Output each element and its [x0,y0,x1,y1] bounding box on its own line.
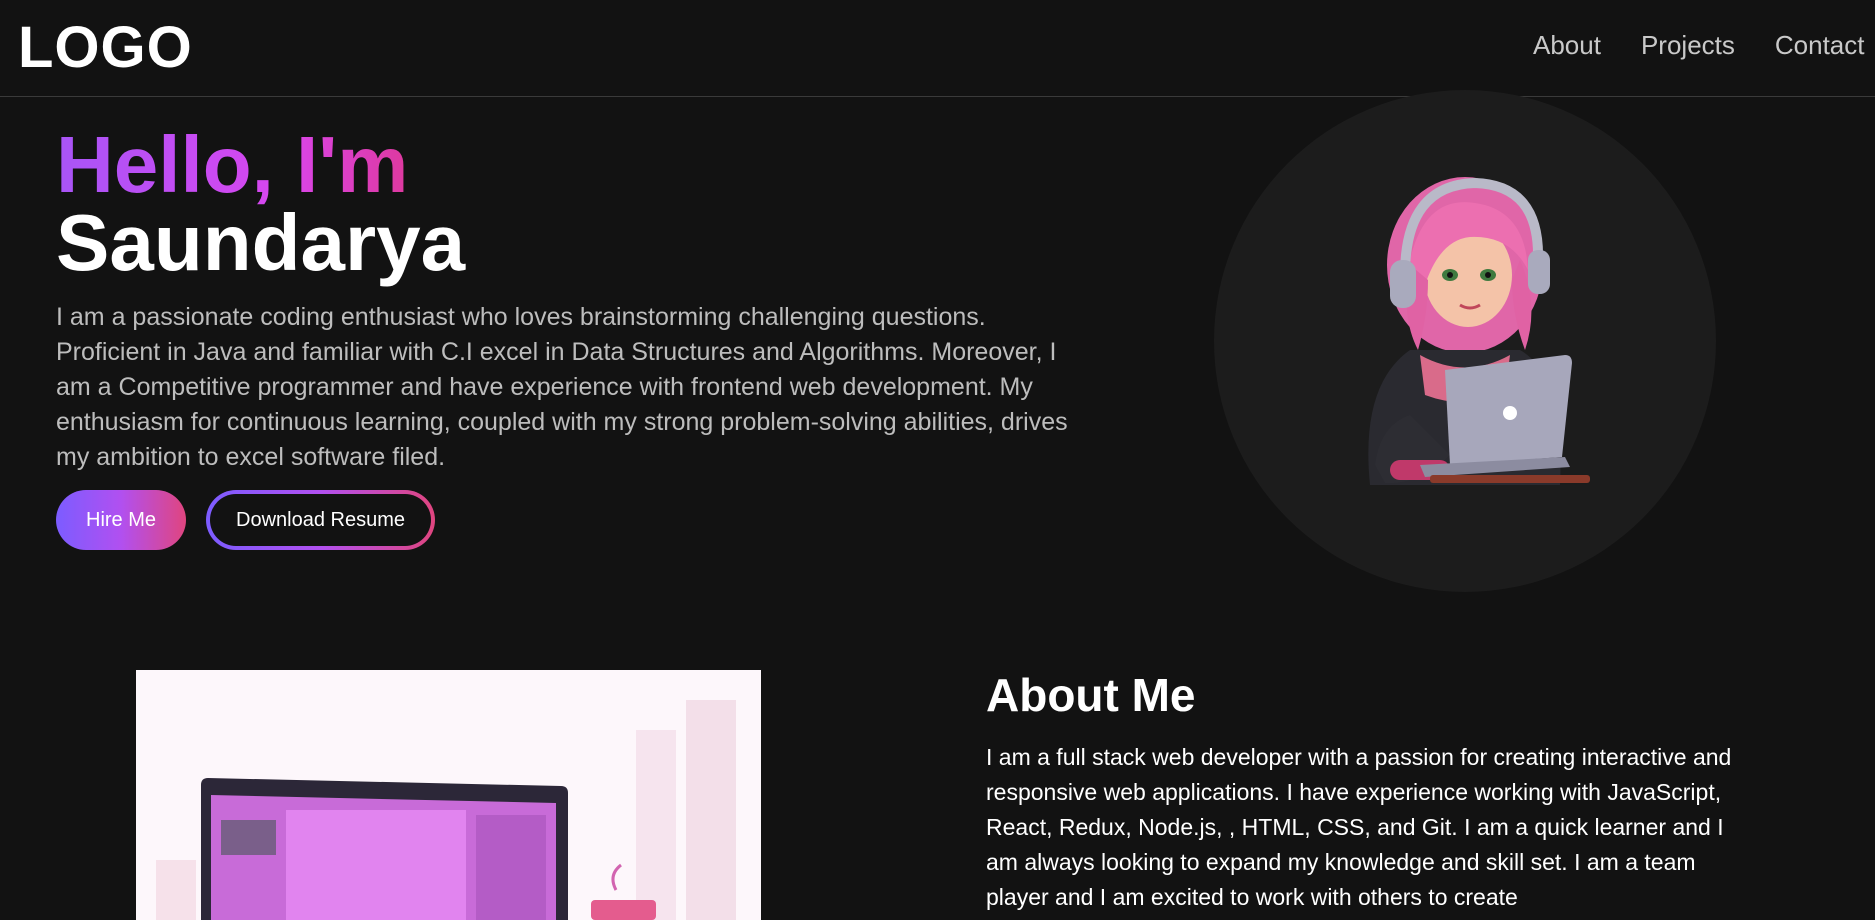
nav-link-contact[interactable]: Contact [1775,30,1865,61]
laptop-illustration [136,670,761,920]
logo[interactable]: LOGO [18,14,193,81]
girl-with-laptop-avatar [1368,177,1590,485]
hire-me-button[interactable]: Hire Me [56,490,187,550]
nav-links: About Projects Contact [1533,30,1864,61]
about-image [136,670,761,920]
portfolio-page: LOGO About Projects Contact Hello, I'm S… [0,0,1875,920]
hero-greeting: Hello, I'm [56,125,465,205]
nav-link-about[interactable]: About [1533,30,1601,61]
about-text: I am a full stack web developer with a p… [986,744,1732,910]
download-resume-button-border: Download Resume [206,490,435,550]
navbar: LOGO About Projects Contact [0,0,1875,97]
download-resume-button[interactable]: Download Resume [210,494,431,546]
hero-description: I am a passionate coding enthusiast who … [56,303,1068,471]
about-title: About Me [986,669,1196,721]
hero-title: Hello, I'm Saundarya [56,125,465,283]
hero-buttons: Hire Me Download Resume [56,490,435,550]
hero-name: Saundarya [56,198,466,287]
nav-link-projects[interactable]: Projects [1641,30,1735,61]
